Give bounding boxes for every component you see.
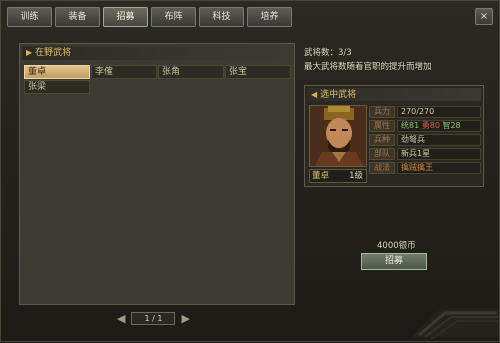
stat-label: 部队 [369,148,395,160]
stat-value: 统81 勇80 智28 [397,120,481,132]
stat-label: 兵力 [369,106,395,118]
stat-row-unit: 部队 新兵1星 [369,148,481,160]
general-cell[interactable]: 董卓 [24,65,90,79]
stat-value: 劲弩兵 [397,134,481,146]
stat-row-troops: 兵力 270/270 [369,106,481,118]
general-cell[interactable]: 张梁 [24,80,90,94]
stat-label: 属性 [369,120,395,132]
general-count: 武将数：3/3 [304,48,352,58]
selected-general-panel: ◀ 选中武将 兵力 270/270 属性 统81 勇80 智28 兵种 劲弩兵 … [304,85,484,187]
stat-leadership: 统81 [401,121,420,130]
detail-title: 选中武将 [320,90,357,100]
general-name: 董卓 [312,171,330,181]
tab-recruit[interactable]: 招募 [103,7,148,27]
panel-header: ▶ 在野武将 [22,46,292,60]
next-page-icon[interactable]: ▶ [181,312,189,325]
general-level: 1级 [349,171,363,181]
stat-label: 战法 [369,162,395,174]
scroll-decoration [411,309,499,340]
stat-row-tactic: 战法 擒贼擒王 [369,162,481,174]
stat-value: 270/270 [397,106,481,118]
wild-generals-panel: ▶ 在野武将 董卓 李傕 张角 张宝 张梁 [19,43,295,305]
recruit-window: 训练 装备 招募 布阵 科技 培养 × ▶ 在野武将 董卓 李傕 张角 张宝 张梁… [0,0,500,342]
general-name-plate: 董卓 1级 [309,169,367,183]
stat-intellect: 智28 [442,121,461,130]
pager: ◀ 1 / 1 ▶ [117,311,190,325]
recruit-button[interactable]: 招募 [361,253,427,270]
recruit-cost: 4000银币 [377,241,416,251]
page-indicator: 1 / 1 [131,311,176,325]
close-button[interactable]: × [475,8,493,25]
tab-cultivate[interactable]: 培养 [247,7,292,27]
general-cell[interactable]: 李傕 [91,65,157,79]
general-cell[interactable]: 张角 [158,65,224,79]
stat-value: 擒贼擒王 [397,162,481,174]
count-note: 最大武将数随着官职的提升而增加 [304,62,432,72]
panel-title: 在野武将 [35,48,72,58]
tab-train[interactable]: 训练 [7,7,52,27]
triangle-icon: ▶ [26,48,33,57]
tab-tech[interactable]: 科技 [199,7,244,27]
general-portrait [309,105,367,167]
triangle-icon: ◀ [311,90,318,99]
tab-formation[interactable]: 布阵 [151,7,196,27]
general-cell[interactable]: 张宝 [225,65,291,79]
detail-header: ◀ 选中武将 [307,88,481,101]
stat-valor: 勇80 [421,121,440,130]
stat-row-attributes: 属性 统81 勇80 智28 [369,120,481,132]
stat-label: 兵种 [369,134,395,146]
tab-bar: 训练 装备 招募 布阵 科技 培养 [7,7,292,29]
stat-value: 新兵1星 [397,148,481,160]
prev-page-icon[interactable]: ◀ [117,312,125,325]
tab-equip[interactable]: 装备 [55,7,100,27]
stat-row-troop-type: 兵种 劲弩兵 [369,134,481,146]
